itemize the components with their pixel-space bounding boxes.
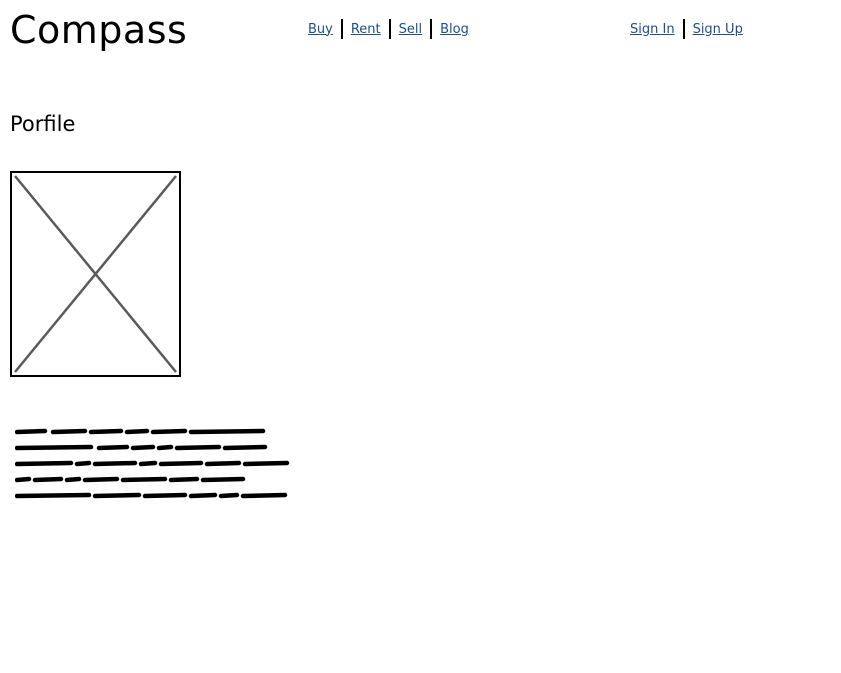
nav-link-sell[interactable]: Sell: [399, 22, 422, 37]
nav-link-rent[interactable]: Rent: [351, 22, 381, 37]
main-nav: Buy Rent Sell Blog: [308, 18, 469, 40]
site-logo[interactable]: Compass: [10, 8, 187, 52]
nav-link-buy[interactable]: Buy: [308, 22, 333, 37]
nav-separator: [682, 19, 685, 39]
scribble-text-block: [15, 428, 290, 499]
nav-separator: [388, 19, 391, 39]
page-title: Porfile: [10, 112, 76, 136]
image-placeholder-icon: [10, 171, 181, 377]
auth-nav: Sign In Sign Up: [630, 18, 743, 40]
sign-up-link[interactable]: Sign Up: [693, 22, 743, 37]
sign-in-link[interactable]: Sign In: [630, 22, 675, 37]
nav-link-blog[interactable]: Blog: [440, 22, 469, 37]
nav-separator: [340, 19, 343, 39]
nav-separator: [430, 19, 433, 39]
